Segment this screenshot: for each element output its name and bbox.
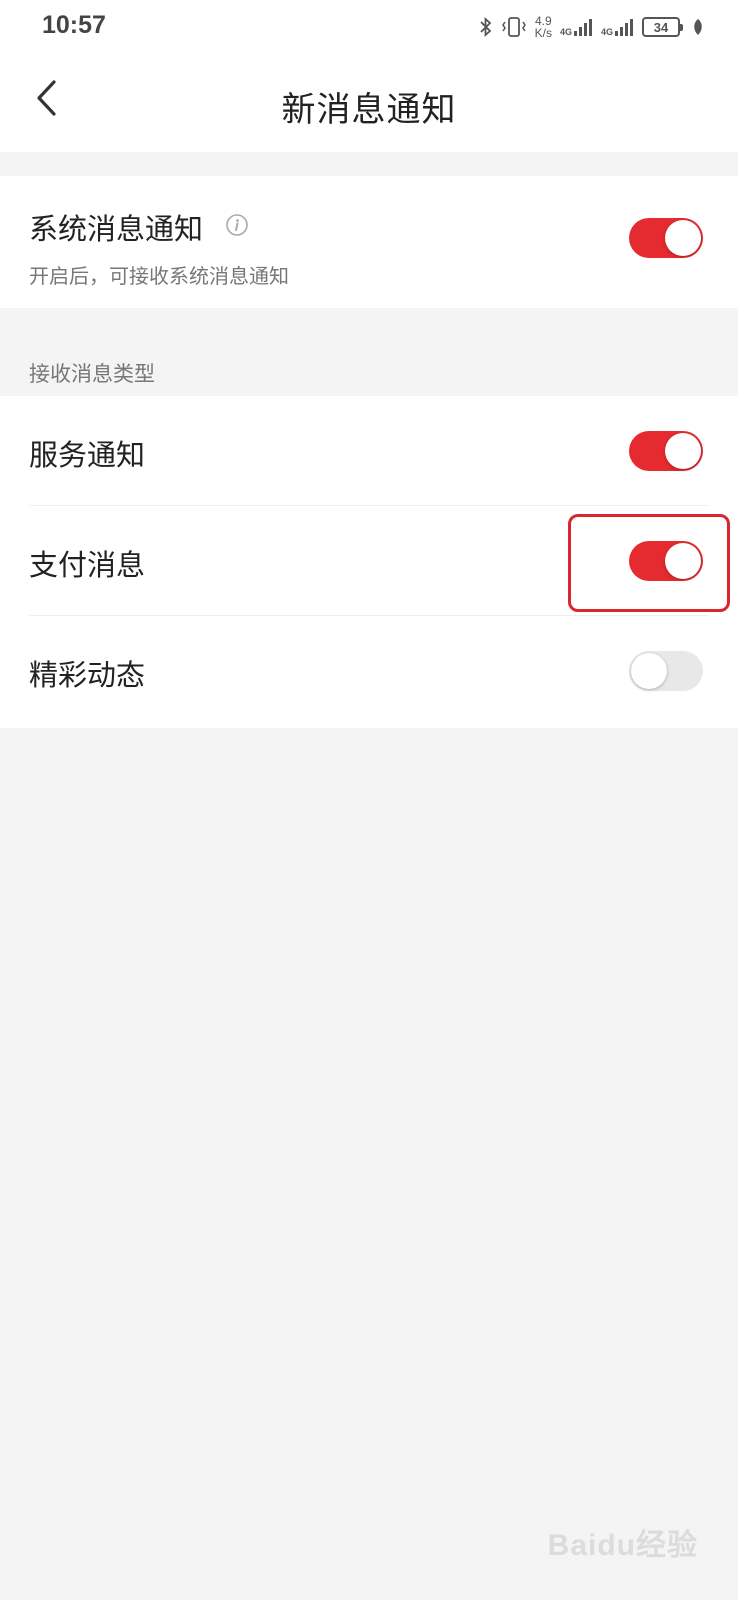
info-icon[interactable] bbox=[225, 210, 249, 244]
toggle-knob bbox=[665, 433, 701, 469]
network-speed: 4.9 K/s bbox=[535, 15, 552, 39]
list-item-service: 服务通知 bbox=[0, 396, 738, 506]
signal-icon bbox=[573, 17, 593, 37]
list-item-highlights: 精彩动态 bbox=[0, 616, 738, 726]
system-notification-title-row: 系统消息通知 bbox=[29, 206, 249, 248]
highlight-annotation bbox=[568, 514, 730, 612]
system-notification-toggle[interactable] bbox=[629, 218, 703, 258]
signal-icon bbox=[614, 17, 634, 37]
system-notification-card: 系统消息通知 开启后，可接收系统消息通知 bbox=[0, 176, 738, 308]
speed-unit: K/s bbox=[534, 26, 552, 40]
system-notification-description: 开启后，可接收系统消息通知 bbox=[29, 264, 289, 288]
service-notification-toggle[interactable] bbox=[629, 431, 703, 471]
navigation-bar: 新消息通知 bbox=[0, 54, 738, 152]
signal-group-2: 4G bbox=[601, 17, 634, 37]
leaf-icon bbox=[692, 18, 704, 36]
network-type-1: 4G bbox=[559, 27, 572, 37]
signal-group-1: 4G bbox=[560, 17, 593, 37]
highlights-toggle[interactable] bbox=[629, 651, 703, 691]
battery-icon: 34 bbox=[642, 17, 683, 37]
payment-message-label: 支付消息 bbox=[29, 548, 146, 582]
bluetooth-icon bbox=[479, 16, 493, 38]
service-notification-label: 服务通知 bbox=[29, 438, 146, 472]
status-icons: 4.9 K/s 4G 4G 34 bbox=[479, 12, 704, 42]
status-bar: 10:57 4.9 K/s 4G 4G 34 bbox=[0, 0, 738, 54]
toggle-knob bbox=[631, 653, 667, 689]
vibrate-icon bbox=[501, 16, 527, 38]
toggle-knob bbox=[665, 220, 701, 256]
section-label: 接收消息类型 bbox=[29, 362, 155, 386]
status-time: 10:57 bbox=[42, 11, 106, 39]
battery-level: 34 bbox=[653, 19, 669, 35]
system-notification-title: 系统消息通知 bbox=[29, 212, 204, 246]
highlights-label: 精彩动态 bbox=[29, 658, 146, 692]
page-title: 新消息通知 bbox=[281, 90, 457, 130]
network-type-2: 4G bbox=[600, 27, 613, 37]
watermark: Baidu经验 bbox=[547, 1529, 698, 1562]
